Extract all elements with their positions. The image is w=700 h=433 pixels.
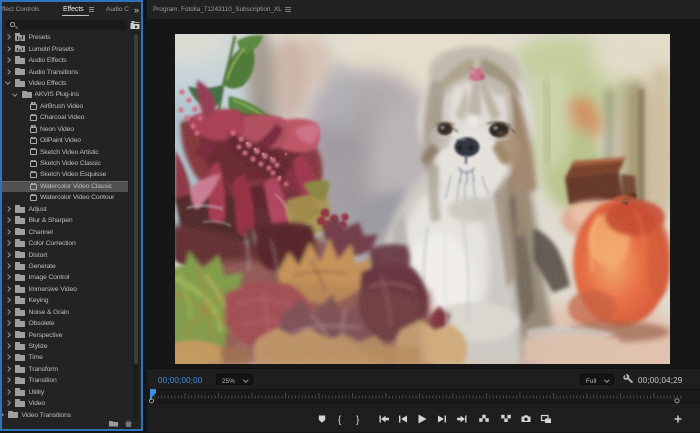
svg-text:{: { [338, 415, 342, 426]
svg-text:}: } [356, 415, 360, 426]
